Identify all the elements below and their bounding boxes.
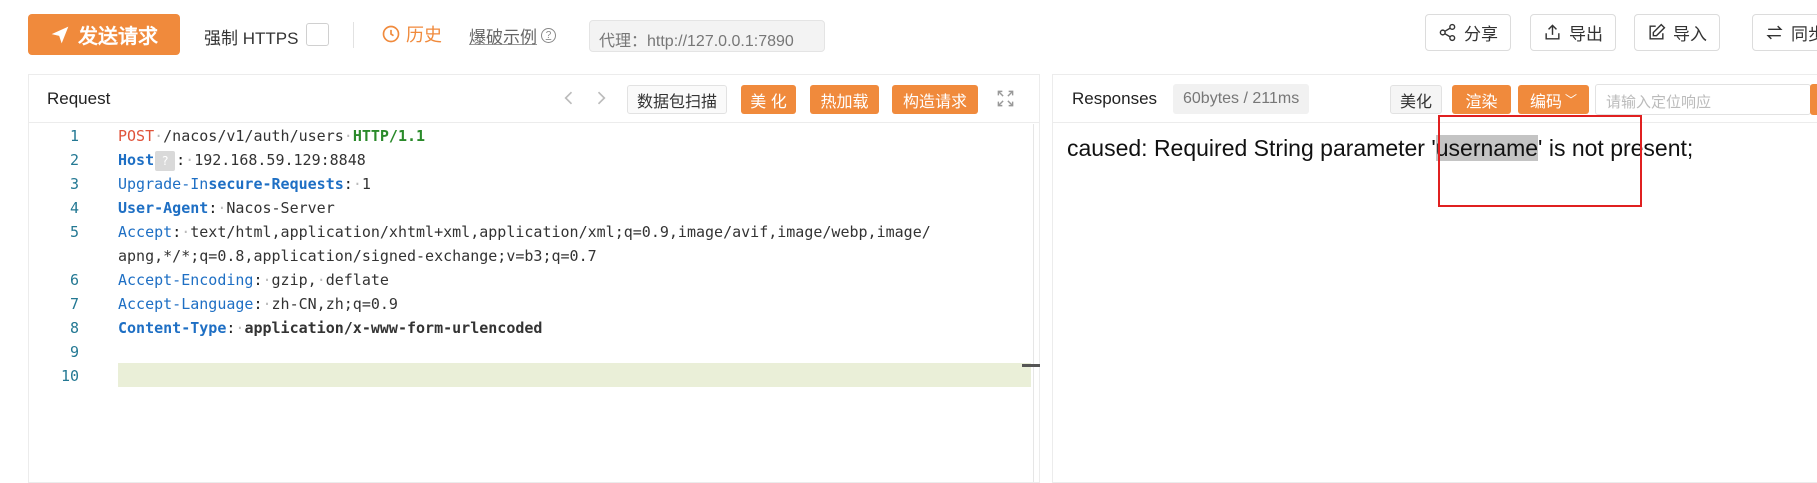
- top-toolbar: 发送请求 强制 HTTPS 历史 爆破示例 ? 代理：http://127.0.…: [0, 0, 1817, 70]
- code-line-content-type: Content-Type:·application/x-www-form-url…: [118, 319, 543, 337]
- code-line-request: POST·/nacos/v1/auth/users·HTTP/1.1: [118, 127, 426, 145]
- toolbar-divider: [353, 22, 354, 48]
- sync-button[interactable]: 同步: [1752, 14, 1817, 51]
- line-number: 4: [69, 199, 79, 217]
- header-value: application/x-www-form-urlencoded: [244, 319, 543, 337]
- code-line-user-agent: User-Agent:·Nacos-Server: [118, 199, 335, 217]
- chevron-left-icon[interactable]: [559, 88, 579, 108]
- hot-load-button[interactable]: 热加载: [810, 85, 879, 114]
- force-https-label: 强制 HTTPS: [204, 29, 299, 48]
- request-path: /nacos/v1/auth/users: [163, 127, 344, 145]
- header-value: deflate: [325, 271, 389, 289]
- scrollbar-cursor-marker[interactable]: [1022, 364, 1040, 367]
- proxy-display[interactable]: 代理：http://127.0.0.1:7890: [589, 20, 825, 52]
- code-line-upgrade: Upgrade-Insecure-Requests:·1: [118, 175, 371, 193]
- header-value: gzip,: [271, 271, 317, 289]
- request-editor[interactable]: 1 2 3 4 5 6 7 8 9 10 POST·/nacos/v1/auth…: [29, 124, 1040, 482]
- edit-square-icon: [1649, 23, 1666, 40]
- paper-plane-icon: [51, 26, 69, 43]
- code-line-language: Accept-Language:·zh-CN,zh;q=0.9: [118, 295, 398, 313]
- export-label: 导出: [1569, 25, 1603, 44]
- line-number: 7: [69, 295, 79, 313]
- export-button[interactable]: 导出: [1530, 14, 1616, 51]
- response-header: Responses 60bytes / 211ms 美化 渲染 编码 ﹀ 请输入…: [1053, 75, 1817, 123]
- header-value: 192.168.59.129:8848: [194, 151, 366, 169]
- encode-dropdown[interactable]: 编码 ﹀: [1518, 85, 1589, 114]
- header-key: Content-Type: [118, 319, 227, 337]
- render-button[interactable]: 渲染: [1452, 85, 1511, 114]
- upload-icon: [1545, 24, 1560, 40]
- response-title: Responses: [1072, 89, 1158, 108]
- line-number: 9: [69, 343, 79, 361]
- response-stats: 60bytes / 211ms: [1173, 84, 1310, 114]
- sync-label: 同步: [1791, 25, 1817, 44]
- header-key: Accept-Language: [118, 295, 254, 313]
- line-number: 1: [69, 127, 79, 145]
- header-key: User-Agent: [118, 199, 209, 217]
- response-panel: Responses 60bytes / 211ms 美化 渲染 编码 ﹀ 请输入…: [1052, 74, 1817, 483]
- send-request-label: 发送请求: [78, 26, 158, 48]
- encode-label: 编码: [1529, 93, 1562, 111]
- import-label: 导入: [1673, 25, 1707, 44]
- response-text: caused: Required String parameter ': [1067, 135, 1436, 161]
- history-button[interactable]: 历史: [381, 21, 442, 47]
- share-button[interactable]: 分享: [1425, 14, 1511, 51]
- line-number: 5: [69, 223, 79, 241]
- import-button[interactable]: 导入: [1634, 14, 1720, 51]
- explode-example-label: 爆破示例: [469, 28, 537, 47]
- beautify-button[interactable]: 美 化: [741, 85, 796, 114]
- line-number: 8: [69, 319, 79, 337]
- request-panel: Request 数据包扫描 美 化 热加载 构造请求 1 2 3 4 5 6 7…: [28, 74, 1040, 483]
- explode-example-link[interactable]: 爆破示例 ?: [469, 23, 556, 48]
- editor-scroll-track: [1033, 124, 1034, 482]
- line-number: 10: [60, 367, 79, 385]
- header-value: Nacos-Server: [226, 199, 335, 217]
- line-number: 2: [69, 151, 79, 169]
- request-title: Request: [47, 89, 111, 108]
- request-header: Request 数据包扫描 美 化 热加载 构造请求: [29, 75, 1039, 123]
- response-beautify-button[interactable]: 美化: [1390, 85, 1443, 114]
- packet-scan-button[interactable]: 数据包扫描: [627, 85, 728, 114]
- share-icon: [1439, 23, 1456, 42]
- code-line-accept-wrap: apng,*/*;q=0.8,application/signed-exchan…: [118, 244, 597, 268]
- header-key-bold: secure-Requests: [208, 175, 344, 193]
- chevron-right-icon[interactable]: [591, 88, 611, 108]
- header-key: Host: [118, 151, 155, 169]
- question-circle-icon: ?: [541, 28, 556, 43]
- header-value: zh-CN,zh;q=0.9: [271, 295, 398, 313]
- code-line-accept: Accept:·text/html,application/xhtml+xml,…: [118, 223, 931, 241]
- header-value: 1: [361, 175, 371, 193]
- locate-response-input[interactable]: 请输入定位响应: [1595, 84, 1811, 115]
- http-protocol: HTTP/1.1: [352, 127, 426, 145]
- header-value: text/html,application/xhtml+xml,applicat…: [190, 223, 931, 241]
- history-label: 历史: [406, 25, 442, 45]
- expand-icon[interactable]: [996, 89, 1015, 108]
- header-value: apng,*/*;q=0.8,application/signed-exchan…: [118, 247, 597, 265]
- line-number: 3: [69, 175, 79, 193]
- header-key: Upgrade-In: [118, 175, 209, 193]
- current-line-highlight: [118, 363, 1031, 387]
- hidden-char-marker: ?: [155, 150, 176, 171]
- line-number: 6: [69, 271, 79, 289]
- header-key: Accept: [118, 223, 173, 241]
- code-line-host: Host?:·192.168.59.129:8848: [118, 150, 366, 171]
- swap-arrows-icon: [1766, 25, 1783, 40]
- chevron-down-icon: ﹀: [1565, 93, 1578, 107]
- clock-icon: [382, 25, 400, 43]
- share-label: 分享: [1464, 25, 1498, 44]
- build-request-button[interactable]: 构造请求: [892, 85, 978, 114]
- code-line-encoding: Accept-Encoding:·gzip,·deflate: [118, 271, 389, 289]
- header-key: Accept-Encoding: [118, 271, 254, 289]
- locate-search-button[interactable]: [1810, 84, 1817, 115]
- send-request-button[interactable]: 发送请求: [28, 14, 180, 55]
- force-https-checkbox[interactable]: [306, 23, 329, 46]
- http-method: POST: [118, 127, 155, 145]
- annotation-box: [1438, 115, 1642, 207]
